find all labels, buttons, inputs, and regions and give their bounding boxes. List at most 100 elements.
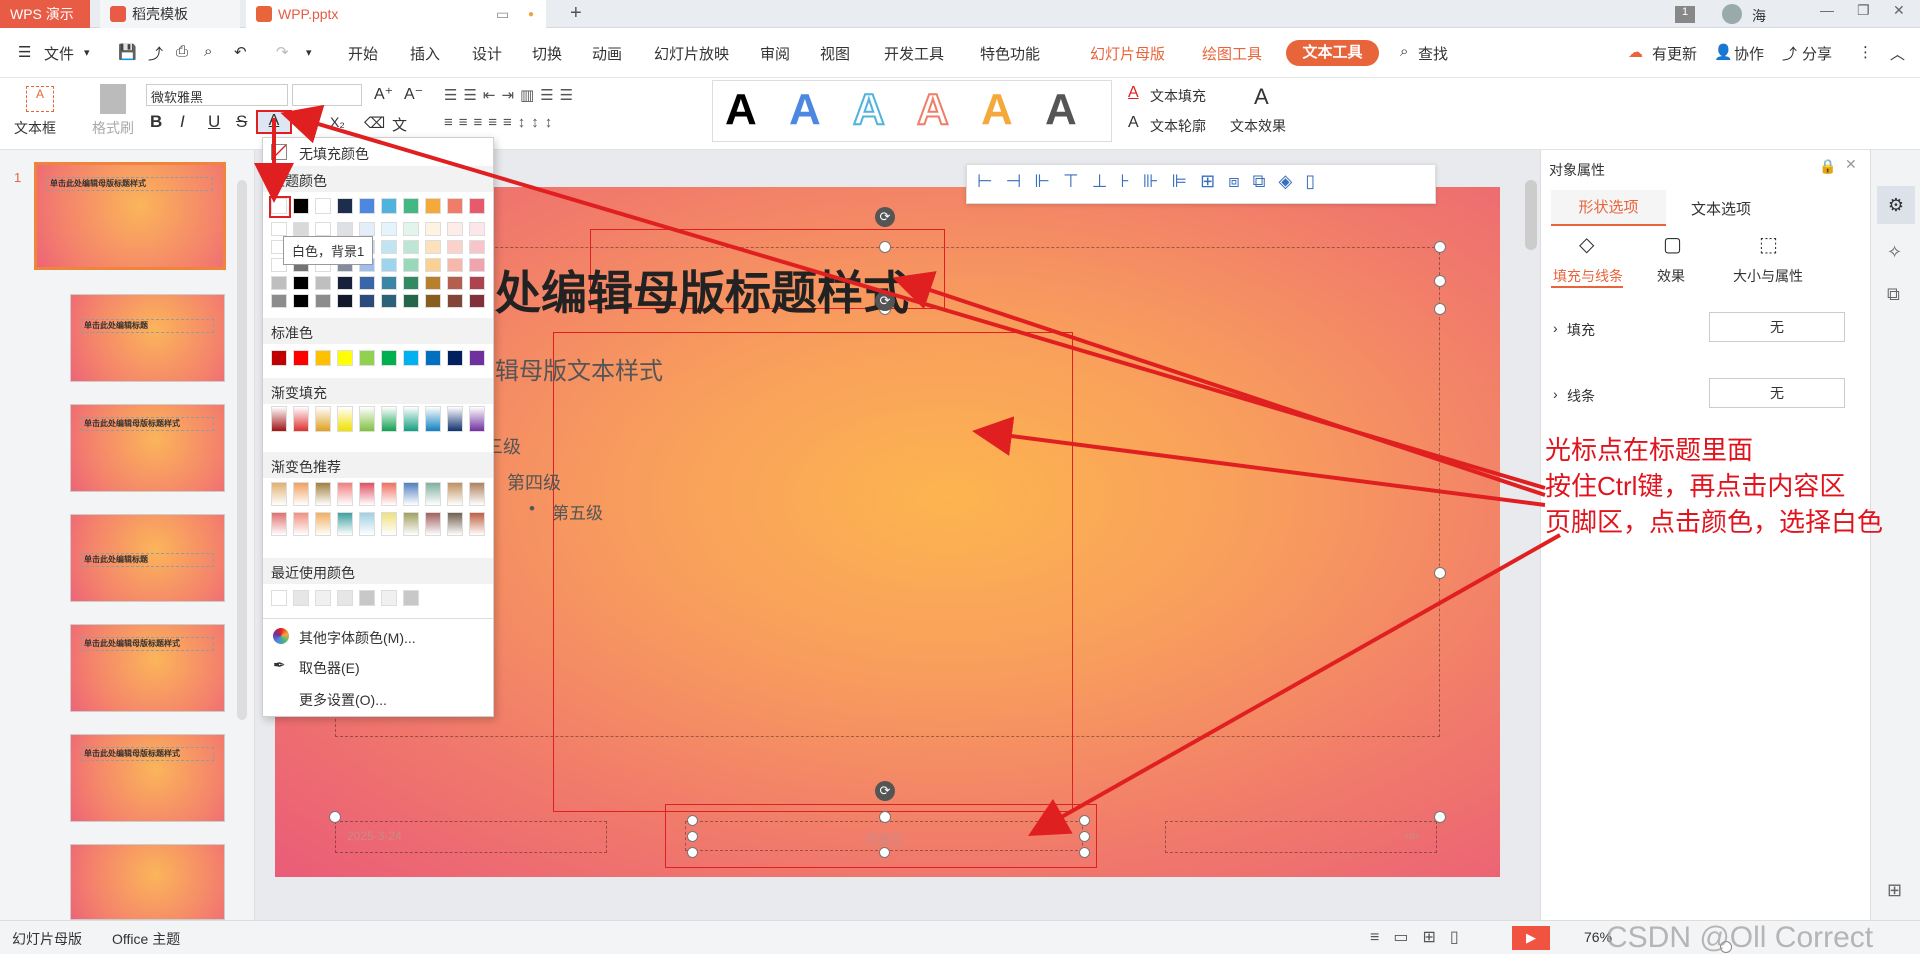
- canvas-scrollbar[interactable]: [1525, 180, 1537, 250]
- slide-title[interactable]: 处编辑母版标题样式: [495, 257, 909, 323]
- recent-color-swatch[interactable]: [381, 590, 397, 606]
- style-outline-red[interactable]: A: [916, 84, 950, 135]
- menu-developer[interactable]: 开发工具: [884, 43, 944, 64]
- properties-icon[interactable]: ⚙: [1877, 186, 1915, 224]
- resize-handle[interactable]: [687, 847, 698, 858]
- tab-text-options[interactable]: 文本选项: [1691, 198, 1751, 219]
- resize-handle[interactable]: [1434, 303, 1446, 315]
- color-shade-swatch[interactable]: [315, 276, 331, 290]
- standard-color-swatch[interactable]: [293, 350, 309, 366]
- chevron-down-icon[interactable]: ▾: [84, 46, 90, 59]
- menu-transition[interactable]: 切换: [532, 43, 562, 64]
- recent-color-swatch[interactable]: [315, 590, 331, 606]
- gradient-rec-swatch[interactable]: [469, 512, 485, 536]
- color-shade-swatch[interactable]: [447, 258, 463, 272]
- phonetic-icon[interactable]: 文: [392, 114, 407, 135]
- more-colors-option[interactable]: 其他字体颜色(M)...: [299, 628, 416, 648]
- superscript-icon[interactable]: X²: [300, 114, 314, 130]
- minimize-icon[interactable]: —: [1820, 2, 1834, 18]
- thumb-layout-4[interactable]: 单击此处编辑母版标题样式: [70, 624, 225, 712]
- align-toolbar[interactable]: ⊢⊣⊩⊤⊥⊦⊪⊫⊞⧈⧉◈▯: [966, 164, 1436, 204]
- text-style-gallery[interactable]: A A A A A A: [712, 80, 1112, 142]
- slide-body-text[interactable]: 辑母版文本样式: [495, 351, 663, 386]
- rotate-icon[interactable]: ⟳: [875, 207, 895, 227]
- color-shade-swatch[interactable]: [469, 276, 485, 290]
- share-icon[interactable]: ⤴: [1782, 43, 1797, 64]
- window-count-badge[interactable]: 1: [1675, 6, 1695, 23]
- font-size-select[interactable]: [292, 84, 362, 106]
- gradient-swatch[interactable]: [381, 406, 397, 432]
- menu-slide-master[interactable]: 幻灯片母版: [1090, 43, 1165, 64]
- color-shade-swatch[interactable]: [381, 294, 397, 308]
- color-shade-swatch[interactable]: [425, 294, 441, 308]
- resize-handle[interactable]: [329, 811, 341, 823]
- view-label[interactable]: 幻灯片母版: [12, 929, 82, 949]
- thumb-scrollbar[interactable]: [237, 180, 247, 720]
- update-icon[interactable]: ☁: [1628, 43, 1643, 61]
- color-shade-swatch[interactable]: [403, 222, 419, 236]
- size-icon[interactable]: ⬚: [1759, 232, 1778, 257]
- standard-color-swatch[interactable]: [403, 350, 419, 366]
- gradient-rec-swatch[interactable]: [271, 512, 287, 536]
- fill-select[interactable]: 无: [1709, 312, 1845, 342]
- color-swatch[interactable]: [337, 198, 353, 214]
- resize-handle[interactable]: [879, 811, 891, 823]
- gradient-rec-swatch[interactable]: [337, 512, 353, 536]
- color-shade-swatch[interactable]: [469, 240, 485, 254]
- color-shade-swatch[interactable]: [337, 276, 353, 290]
- gradient-rec-swatch[interactable]: [337, 482, 353, 506]
- avatar[interactable]: [1722, 4, 1742, 24]
- hamburger-icon[interactable]: ☰: [18, 43, 31, 61]
- color-shade-swatch[interactable]: [271, 222, 287, 236]
- italic-icon[interactable]: I: [180, 112, 185, 132]
- no-fill-option[interactable]: 无填充颜色: [299, 144, 369, 164]
- color-shade-swatch[interactable]: [403, 276, 419, 290]
- gradient-rec-swatch[interactable]: [381, 482, 397, 506]
- color-shade-swatch[interactable]: [381, 240, 397, 254]
- slidenum-placeholder[interactable]: [1165, 821, 1437, 853]
- thumb-layout-1[interactable]: 单击此处编辑标题: [70, 294, 225, 382]
- color-shade-swatch[interactable]: [469, 294, 485, 308]
- rotate-icon[interactable]: ⟳: [875, 781, 895, 801]
- lock-icon[interactable]: 🔒: [1819, 158, 1836, 175]
- menu-review[interactable]: 审阅: [760, 43, 790, 64]
- text-effect-icon[interactable]: A: [1254, 84, 1269, 110]
- close-icon[interactable]: ✕: [1893, 2, 1905, 19]
- menu-special[interactable]: 特色功能: [980, 43, 1040, 64]
- color-shade-swatch[interactable]: [293, 276, 309, 290]
- fill-line-icon[interactable]: ◇: [1579, 232, 1594, 257]
- collab-label[interactable]: 协作: [1734, 43, 1764, 64]
- resize-handle[interactable]: [1434, 567, 1446, 579]
- color-swatch[interactable]: [447, 198, 463, 214]
- gradient-rec-swatch[interactable]: [381, 512, 397, 536]
- thumb-master[interactable]: 单击此处编辑母版标题样式: [34, 162, 226, 270]
- color-shade-swatch[interactable]: [359, 294, 375, 308]
- text-fill-button[interactable]: 文本填充: [1150, 86, 1206, 106]
- subscript-icon[interactable]: X₂: [330, 114, 345, 130]
- gradient-swatch[interactable]: [315, 406, 331, 432]
- gradient-rec-swatch[interactable]: [403, 482, 419, 506]
- style-orange[interactable]: A: [981, 85, 1013, 135]
- menu-file[interactable]: 文件: [44, 43, 74, 64]
- color-shade-swatch[interactable]: [425, 240, 441, 254]
- apps-icon[interactable]: ⊞: [1887, 880, 1902, 901]
- shrink-font-icon[interactable]: A⁻: [404, 84, 423, 104]
- gradient-rec-swatch[interactable]: [293, 512, 309, 536]
- thumb-layout-6[interactable]: [70, 844, 225, 920]
- fill-expand-icon[interactable]: ›: [1553, 320, 1558, 336]
- share-label[interactable]: 分享: [1802, 43, 1832, 64]
- recent-color-swatch[interactable]: [359, 590, 375, 606]
- color-shade-swatch[interactable]: [381, 222, 397, 236]
- color-shade-swatch[interactable]: [425, 276, 441, 290]
- undo-icon[interactable]: ↶: [234, 43, 247, 61]
- gradient-swatch[interactable]: [271, 406, 287, 432]
- text-effect-button[interactable]: 文本效果: [1230, 116, 1286, 136]
- text-fill-icon[interactable]: A: [1128, 84, 1139, 102]
- color-shade-swatch[interactable]: [447, 276, 463, 290]
- resize-handle[interactable]: [879, 241, 891, 253]
- style-gray[interactable]: A: [1045, 85, 1077, 135]
- selected-white-swatch[interactable]: [269, 196, 291, 218]
- color-shade-swatch[interactable]: [403, 294, 419, 308]
- gradient-swatch[interactable]: [359, 406, 375, 432]
- gradient-rec-swatch[interactable]: [315, 482, 331, 506]
